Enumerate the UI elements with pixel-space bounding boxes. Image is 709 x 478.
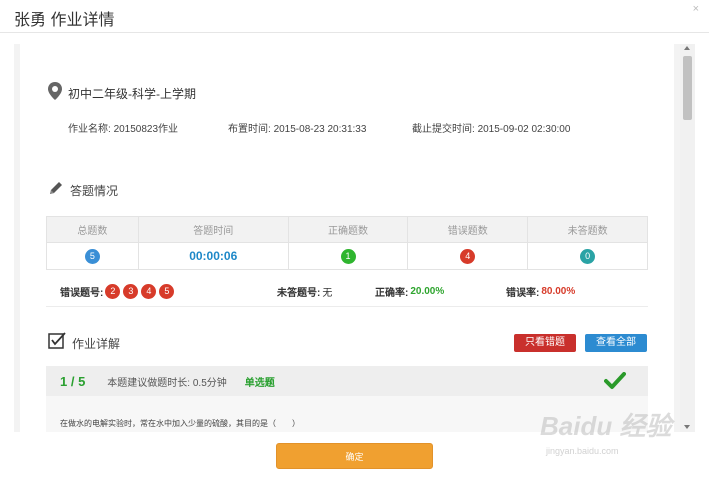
close-button[interactable]: × xyxy=(693,3,699,15)
question-header: 1 / 5 本题建议做题时长: 0.5分钟 单选题 xyxy=(46,366,648,396)
wrong-number-badge[interactable]: 2 xyxy=(105,284,121,299)
view-all-button[interactable]: 查看全部 xyxy=(585,334,647,352)
title-divider xyxy=(0,32,709,33)
cell-total: 5 xyxy=(46,242,139,270)
question-suggested-time: 本题建议做题时长: 0.5分钟 xyxy=(107,377,227,389)
unanswered-numbers-label: 未答题号: xyxy=(277,288,321,299)
question-type: 单选题 xyxy=(244,377,275,389)
wrong-number-badge[interactable]: 4 xyxy=(141,284,157,299)
wrong-numbers-list: 2 3 4 5 xyxy=(105,284,175,299)
vertical-scrollbar[interactable] xyxy=(680,44,695,432)
stats-header-row: 总题数 答题时间 正确题数 错误题数 未答题数 xyxy=(46,216,648,243)
question-text: 在做水的电解实验时，常在水中加入少量的硫酸，其目的是（ ） xyxy=(60,419,300,428)
assigned-time: 布置时间: 2015-08-23 20:31:33 xyxy=(228,120,366,135)
assigned-time-value: 2015-08-23 20:31:33 xyxy=(273,124,367,135)
grade-row: 初中二年级-科学-上学期 xyxy=(48,82,196,105)
stats-value-row: 5 00:00:06 1 4 0 xyxy=(46,242,648,270)
header-unanswered: 未答题数 xyxy=(527,216,648,243)
scroll-frame: 初中二年级-科学-上学期 作业名称: 20150823作业 布置时间: 2015… xyxy=(14,44,695,432)
unanswered-numbers-row: 未答题号: 无 xyxy=(277,284,332,299)
stats-table: 总题数 答题时间 正确题数 错误题数 未答题数 5 00:00:06 1 4 0 xyxy=(46,216,648,270)
unanswered-numbers-value: 无 xyxy=(322,288,333,299)
assignment-name-label: 作业名称: xyxy=(68,124,111,135)
wrong-number-badge[interactable]: 3 xyxy=(123,284,139,299)
wrong-numbers-label: 错误题号: xyxy=(60,288,104,299)
question-index: 1 / 5 xyxy=(60,373,86,389)
deadline-time: 截止提交时间: 2015-09-02 02:30:00 xyxy=(412,120,570,135)
deadline-time-value: 2015-09-02 02:30:00 xyxy=(477,124,571,135)
error-rate-row: 错误率: 80.00% xyxy=(506,284,575,299)
grade-label: 初中二年级-科学-上学期 xyxy=(68,87,196,101)
accuracy-value: 20.00% xyxy=(410,286,445,297)
cell-time: 00:00:06 xyxy=(137,242,289,270)
wrong-numbers-row: 错误题号: 2 3 4 5 xyxy=(60,284,175,299)
checkbox-checked-icon xyxy=(48,332,66,355)
accuracy-row: 正确率: 20.00% xyxy=(375,284,444,299)
cell-wrong: 4 xyxy=(407,242,529,270)
header-wrong: 错误题数 xyxy=(407,216,529,243)
assignment-name-value: 20150823作业 xyxy=(113,124,179,135)
error-rate-value: 80.00% xyxy=(541,286,576,297)
details-section-title: 作业详解 xyxy=(72,337,121,351)
dialog-title: 张勇 作业详情 xyxy=(14,12,115,29)
answer-section-header: 答题情况 xyxy=(48,180,118,201)
baidu-watermark: Baidu 经验 jingyan.baidu.com xyxy=(530,402,700,472)
details-section-header: 作业详解 xyxy=(48,332,120,355)
dialog-content: 初中二年级-科学-上学期 作业名称: 20150823作业 布置时间: 2015… xyxy=(20,44,674,432)
total-count-badge: 5 xyxy=(84,248,100,264)
scroll-thumb[interactable] xyxy=(683,56,692,120)
cell-unanswered: 0 xyxy=(527,242,648,270)
assignment-name: 作业名称: 20150823作业 xyxy=(68,120,178,135)
watermark-url: jingyan.baidu.com xyxy=(546,446,619,456)
error-rate-label: 错误率: xyxy=(506,288,540,299)
wrong-count-badge: 4 xyxy=(460,248,476,264)
correct-check-icon xyxy=(604,372,626,393)
deadline-time-label: 截止提交时间: xyxy=(412,124,475,135)
confirm-button[interactable]: 确定 xyxy=(276,443,433,469)
header-time: 答题时间 xyxy=(137,216,289,243)
accuracy-label: 正确率: xyxy=(375,288,409,299)
assigned-time-label: 布置时间: xyxy=(228,124,271,135)
section-divider xyxy=(46,306,648,307)
wrong-number-badge[interactable]: 5 xyxy=(159,284,175,299)
unanswered-count-badge: 0 xyxy=(580,248,596,264)
location-pin-icon xyxy=(48,82,62,105)
answer-section-title: 答题情况 xyxy=(70,184,119,198)
only-wrong-button[interactable]: 只看错题 xyxy=(514,334,576,352)
scroll-up-arrow-icon[interactable] xyxy=(684,46,690,50)
cell-correct: 1 xyxy=(287,242,409,270)
header-total: 总题数 xyxy=(46,216,139,243)
watermark-brand: Baidu 经验 xyxy=(540,411,672,441)
header-correct: 正确题数 xyxy=(287,216,409,243)
correct-count-badge: 1 xyxy=(340,248,356,264)
answer-time-value: 00:00:06 xyxy=(189,249,238,263)
pencil-icon xyxy=(48,180,64,201)
